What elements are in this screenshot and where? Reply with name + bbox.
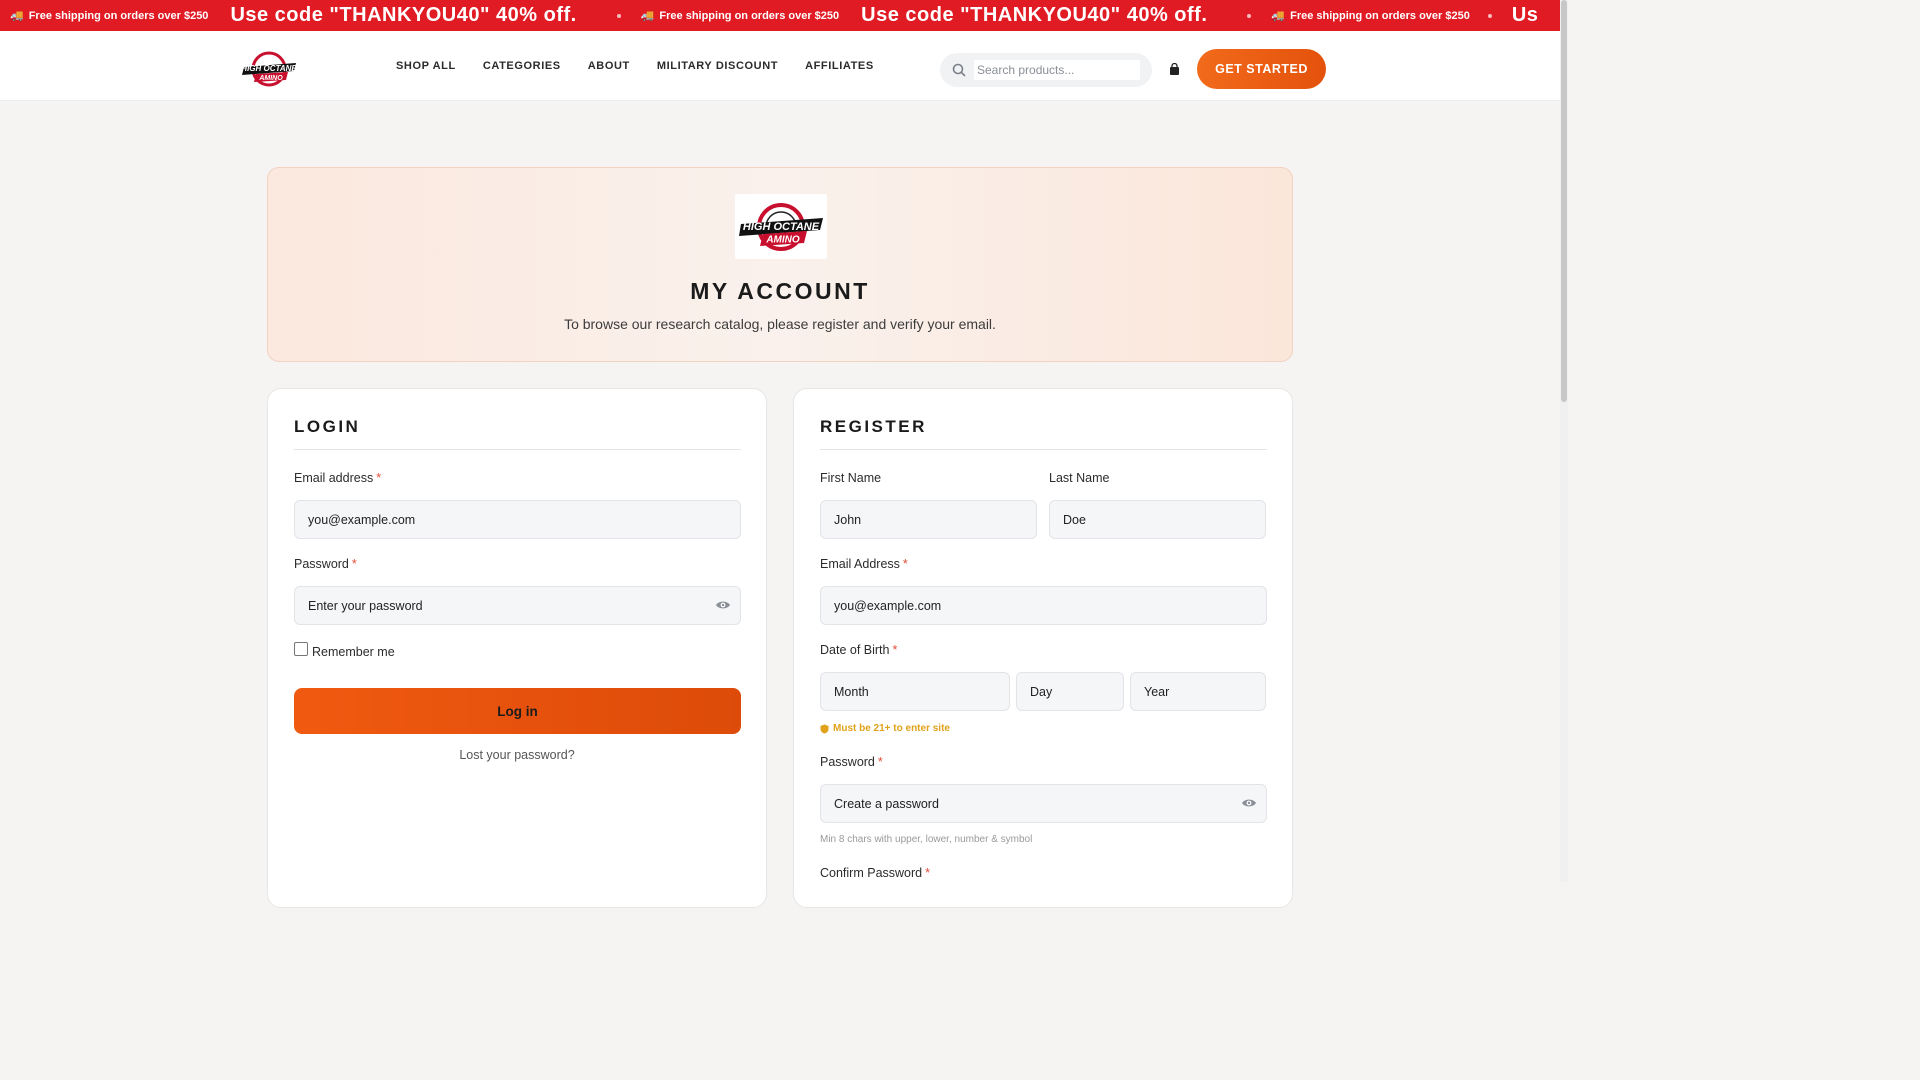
register-password-label-text: Password: [820, 755, 875, 769]
main-nav: SHOP ALL CATEGORIES ABOUT MILITARY DISCO…: [396, 31, 901, 101]
svg-text:AMINO: AMINO: [765, 234, 800, 245]
remember-me-label: Remember me: [312, 645, 395, 659]
register-email-label: Email Address *: [820, 557, 908, 571]
last-name-label: Last Name: [1049, 471, 1110, 485]
nav-affiliates[interactable]: AFFILIATES: [805, 60, 874, 72]
register-password-label: Password *: [820, 755, 883, 769]
shipping-text: Free shipping on orders over $250: [1290, 9, 1470, 22]
shield-icon: [820, 724, 829, 733]
confirm-password-label: Confirm Password *: [820, 866, 930, 880]
login-email-field[interactable]: you@example.com: [294, 500, 741, 539]
promo-code-text: Use code "THANKYOU40" 40% off.: [861, 4, 1208, 26]
shipping-text: Free shipping on orders over $250: [28, 9, 209, 22]
email-label-text: Email address: [294, 471, 374, 485]
nav-military-discount[interactable]: MILITARY DISCOUNT: [657, 60, 778, 72]
shipping-notice: 🚚 Free shipping on orders over $250: [1271, 9, 1470, 23]
password-label-text: Password: [294, 557, 349, 571]
svg-text:AMINO: AMINO: [258, 75, 283, 82]
brand-logo-icon: HIGH OCTANE AMINO: [739, 202, 823, 251]
truck-icon: 🚚: [1271, 10, 1286, 22]
shipping-notice: 🚚 Free shipping on orders over $250: [10, 9, 209, 23]
hero-logo: HIGH OCTANE AMINO: [735, 194, 827, 259]
cart-icon[interactable]: [1168, 63, 1181, 76]
login-card: LOGIN Email address * you@example.com Pas…: [267, 388, 767, 908]
announcement-track: 🚚 Free shipping on orders over $250 Use c…: [10, 0, 1560, 31]
nav-categories[interactable]: CATEGORIES: [483, 60, 561, 72]
divider: [820, 449, 1267, 450]
truck-icon: 🚚: [640, 10, 655, 22]
announcement-bar: 🚚 Free shipping on orders over $250 Use c…: [0, 0, 1568, 31]
logo-mark-icon: HIGH OCTANE AMINO: [241, 51, 297, 87]
promo-code-text: Use code "THANKYOU40" 40% off.: [230, 4, 577, 26]
get-started-button[interactable]: GET STARTED: [1197, 49, 1326, 89]
remember-me-checkbox[interactable]: [294, 642, 308, 656]
login-password-field[interactable]: Enter your password: [294, 586, 741, 625]
password-label: Password *: [294, 557, 357, 571]
scrollbar-thumb[interactable]: [1561, 0, 1567, 402]
age-note-text: Must be 21+ to enter site: [833, 723, 950, 734]
separator-dot: [1247, 13, 1252, 18]
register-password-field[interactable]: Create a password: [820, 784, 1267, 823]
promo-code-text: Us: [1511, 4, 1539, 26]
required-marker: *: [892, 643, 898, 657]
login-button[interactable]: Log in: [294, 688, 741, 734]
register-email-field[interactable]: you@example.com: [820, 586, 1267, 625]
page-title: MY ACCOUNT: [690, 278, 870, 304]
page-subtitle: To browse our research catalog, please r…: [564, 316, 996, 332]
shipping-text: Free shipping on orders over $250: [659, 9, 840, 22]
password-hint: Min 8 chars with upper, lower, number & …: [820, 834, 1033, 845]
required-marker: *: [902, 557, 908, 571]
nav-about[interactable]: ABOUT: [588, 60, 630, 72]
scrollbar[interactable]: [1560, 0, 1568, 882]
separator-dot: [616, 13, 621, 18]
dob-month-select[interactable]: Month: [820, 672, 1010, 711]
show-password-icon[interactable]: [715, 597, 731, 613]
truck-icon: 🚚: [10, 10, 24, 22]
dob-label: Date of Birth *: [820, 643, 897, 657]
dob-day-select[interactable]: Day: [1016, 672, 1124, 711]
required-marker: *: [376, 471, 382, 485]
email-label: Email address *: [294, 471, 381, 485]
first-name-label: First Name: [820, 471, 882, 485]
svg-text:HIGH OCTANE: HIGH OCTANE: [241, 64, 297, 73]
site-logo[interactable]: HIGH OCTANE AMINO: [234, 50, 304, 88]
search-input[interactable]: [974, 60, 1140, 80]
show-password-icon[interactable]: [1241, 795, 1257, 811]
age-requirement-note: Must be 21+ to enter site: [820, 723, 950, 734]
lost-password-text[interactable]: Lost your password?: [459, 748, 574, 762]
nav-shop-all[interactable]: SHOP ALL: [396, 60, 456, 72]
required-marker: *: [877, 755, 883, 769]
dob-year-select[interactable]: Year: [1130, 672, 1266, 711]
required-marker: *: [925, 866, 930, 880]
last-name-field[interactable]: Doe: [1049, 500, 1266, 539]
required-marker: *: [351, 557, 357, 571]
register-email-label-text: Email Address: [820, 557, 900, 571]
login-title: LOGIN: [294, 417, 361, 436]
shipping-notice: 🚚 Free shipping on orders over $250: [640, 9, 840, 23]
dob-label-text: Date of Birth: [820, 643, 890, 657]
site-header: HIGH OCTANE AMINO SHOP ALL CATEGORIES AB…: [0, 31, 1568, 101]
svg-text:HIGH OCTANE: HIGH OCTANE: [743, 221, 820, 233]
search-icon[interactable]: [951, 62, 967, 78]
first-name-field[interactable]: John: [820, 500, 1037, 539]
separator-dot: [1487, 13, 1492, 18]
account-hero: HIGH OCTANE AMINO MY ACCOUNT To browse o…: [267, 167, 1293, 362]
confirm-password-label-text: Confirm Password: [820, 866, 923, 880]
lost-password-link: Lost your password?: [268, 748, 766, 762]
register-title: REGISTER: [820, 417, 927, 436]
divider: [294, 449, 741, 450]
register-card: REGISTER First Name John Last Name Doe E…: [793, 388, 1293, 908]
search-box: [940, 53, 1152, 87]
